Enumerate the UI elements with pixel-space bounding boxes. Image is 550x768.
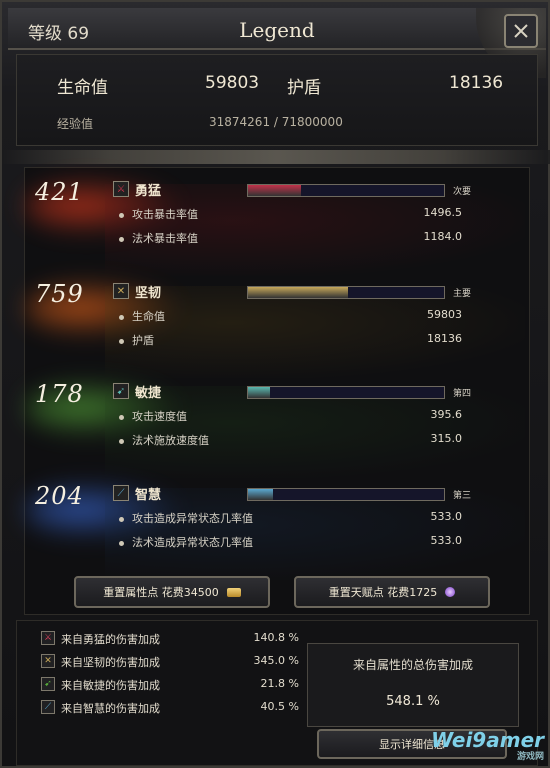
stat-value: 18136: [427, 332, 462, 345]
bonus-row: ✕ 来自坚韧的伤害加成 345.0 %: [41, 654, 301, 672]
bonus-label: 来自勇猛的伤害加成: [61, 633, 160, 646]
attribute-name: 勇猛: [135, 184, 162, 199]
stat-label: 护盾: [119, 332, 154, 348]
stat-value: 1184.0: [423, 230, 463, 243]
stat-label: 攻击造成异常状态几率值: [119, 510, 253, 526]
stat-value: 533.0: [430, 510, 463, 523]
stat-label: 法术造成异常状态几率值: [119, 534, 253, 550]
stat-label: 攻击暴击率值: [119, 206, 198, 222]
reset-attribute-button[interactable]: 重置属性点 花费34500: [74, 576, 270, 608]
bonus-value: 345.0 %: [253, 654, 299, 667]
bonus-label: 来自敏捷的伤害加成: [61, 679, 160, 692]
attribute-bar-fill: [248, 287, 348, 298]
attribute-panel: 421 ⚔ 勇猛 次要 攻击暴击率值 1496.5 法术暴击率值 1184.0 …: [24, 167, 530, 615]
bullet-dot-icon: [119, 414, 124, 420]
bullet-dot-icon: [119, 236, 124, 242]
attribute-block: 759 ✕ 坚韧 主要 生命值 59803 护盾 18136: [25, 278, 531, 382]
bonus-label: 来自坚韧的伤害加成: [61, 656, 160, 669]
character-name: Legend: [239, 18, 315, 42]
staff-icon: ⟋: [113, 485, 129, 501]
bonus-value: 21.8 %: [260, 677, 299, 690]
attribute-block: 178 ➹ 敏捷 第四 攻击速度值 395.6 法术施放速度值 315.0: [25, 378, 531, 482]
life-label: 生命值: [57, 78, 108, 98]
bonus-attribute-icon: ✕: [41, 654, 55, 668]
attribute-bar: [247, 286, 445, 299]
ornament-divider: [2, 150, 550, 164]
shield-icon: ✕: [113, 283, 129, 299]
attribute-name: 智慧: [135, 488, 162, 503]
bonus-attribute-icon: ⚔: [41, 631, 55, 645]
bullet-dot-icon: [119, 540, 124, 546]
attribute-rank: 第三: [453, 491, 472, 501]
reset-attribute-label: 重置属性点 花费34500: [103, 586, 219, 599]
attribute-bar: [247, 488, 445, 501]
total-bonus-label: 来自属性的总伤害加成: [352, 658, 473, 672]
life-value: 59803: [205, 73, 260, 93]
stat-label: 法术施放速度值: [119, 432, 209, 448]
stat-label: 生命值: [119, 308, 165, 324]
attribute-texture: [105, 286, 525, 378]
bonus-row: ➹ 来自敏捷的伤害加成 21.8 %: [41, 677, 301, 695]
stat-value: 395.6: [430, 408, 463, 421]
bullet-dot-icon: [119, 314, 124, 320]
stat-value: 315.0: [430, 432, 463, 445]
total-bonus-box: 来自属性的总伤害加成 548.1 %: [307, 643, 519, 727]
bonus-row: ⟋ 来自智慧的伤害加成 40.5 %: [41, 700, 301, 718]
bonus-label: 来自智慧的伤害加成: [61, 702, 160, 715]
shield-label: 护盾: [287, 78, 321, 98]
attribute-value: 204: [35, 482, 84, 510]
bonus-value: 40.5 %: [260, 700, 299, 713]
reset-talent-button[interactable]: 重置天赋点 花费1725: [294, 576, 490, 608]
shield-value: 18136: [449, 73, 504, 93]
attribute-block: 204 ⟋ 智慧 第三 攻击造成异常状态几率值 533.0 法术造成异常状态几率…: [25, 480, 531, 584]
bonus-value: 140.8 %: [253, 631, 299, 644]
bullet-dot-icon: [119, 438, 124, 444]
sword-icon: ⚔: [113, 181, 129, 197]
attribute-bar: [247, 386, 445, 399]
character-window: 等级 69 Legend 生命值 59803 护盾 18136 经验值 3187…: [0, 0, 550, 768]
bow-icon: ➹: [113, 383, 129, 399]
attribute-bar-fill: [248, 185, 301, 196]
bonus-attribute-icon: ⟋: [41, 700, 55, 714]
attribute-rank: 主要: [453, 289, 472, 299]
reset-talent-label: 重置天赋点 花费1725: [328, 586, 438, 599]
attribute-bar-fill: [248, 387, 270, 398]
attribute-block: 421 ⚔ 勇猛 次要 攻击暴击率值 1496.5 法术暴击率值 1184.0: [25, 176, 531, 280]
watermark-logo: Wei9amer 游戏网: [431, 728, 544, 762]
attribute-rank: 次要: [453, 187, 472, 197]
attribute-bar-fill: [248, 489, 274, 500]
bullet-dot-icon: [119, 516, 124, 522]
gold-coin-icon: [226, 587, 241, 597]
attribute-value: 178: [35, 380, 84, 408]
attribute-value: 421: [35, 178, 84, 206]
close-icon: [514, 24, 528, 38]
stat-label: 法术暴击率值: [119, 230, 198, 246]
bonus-attribute-icon: ➹: [41, 677, 55, 691]
attribute-value: 759: [35, 280, 84, 308]
stat-value: 59803: [427, 308, 462, 321]
title-bar: 等级 69 Legend: [8, 8, 546, 78]
total-bonus-value: 548.1 %: [386, 694, 440, 709]
attribute-name: 敏捷: [135, 386, 162, 401]
stat-value: 533.0: [430, 534, 463, 547]
bonus-row: ⚔ 来自勇猛的伤害加成 140.8 %: [41, 631, 301, 649]
gem-icon: [445, 587, 456, 597]
stat-value: 1496.5: [423, 206, 463, 219]
attribute-bar: [247, 184, 445, 197]
bullet-dot-icon: [119, 338, 124, 344]
attribute-rank: 第四: [453, 389, 472, 399]
attribute-name: 坚韧: [135, 286, 162, 301]
stat-label: 攻击速度值: [119, 408, 187, 424]
bullet-dot-icon: [119, 212, 124, 218]
stats-header: 生命值 59803 护盾 18136 经验值 31874261 / 718000…: [16, 54, 538, 146]
close-button[interactable]: [504, 14, 538, 48]
exp-label: 经验值: [57, 117, 94, 131]
exp-value: 31874261 / 71800000: [209, 115, 343, 129]
